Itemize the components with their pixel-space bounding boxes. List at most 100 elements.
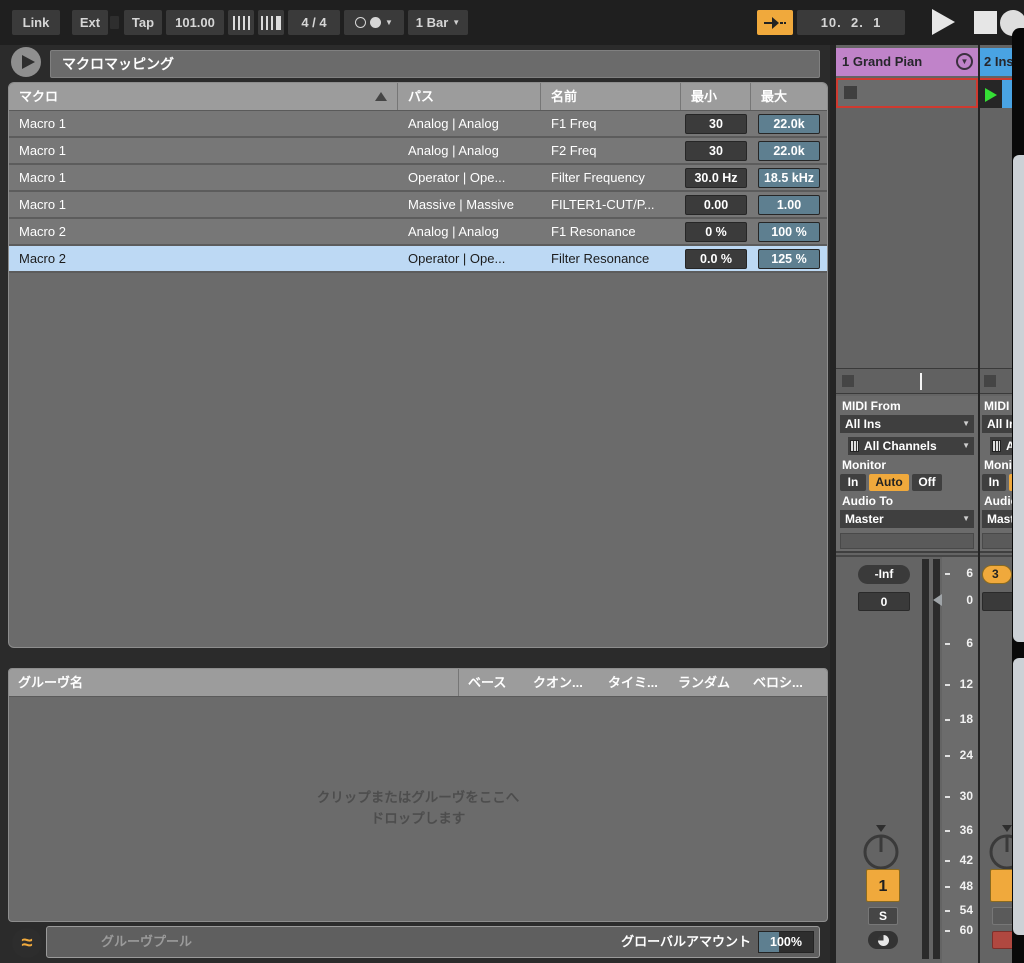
audio-to-select[interactable]: Master (982, 510, 1012, 528)
min-value-box[interactable]: 0 % (685, 222, 747, 242)
column-header-max[interactable]: 最大 (751, 83, 827, 110)
phase-nudge-up-button[interactable] (258, 10, 284, 35)
max-value-box[interactable]: 125 % (758, 249, 820, 269)
clip-stop-icon[interactable] (844, 86, 857, 99)
pan-knob[interactable] (984, 823, 1012, 873)
track-activator-button[interactable]: 1 (866, 869, 900, 902)
min-value-box[interactable]: 30 (685, 114, 747, 134)
metronome-button[interactable]: ▼ (344, 10, 404, 35)
pan-knob[interactable] (858, 823, 904, 873)
mapping-row[interactable]: Macro 2 Analog | Analog F1 Resonance 0 %… (9, 219, 827, 246)
piano-keys-icon (850, 440, 859, 452)
level-meter[interactable] (922, 559, 942, 959)
chevron-down-icon: ▼ (385, 19, 393, 27)
play-button[interactable] (932, 9, 955, 35)
tap-tempo-button[interactable]: Tap (124, 10, 162, 35)
min-value-box[interactable]: 30.0 Hz (685, 168, 747, 188)
stop-button[interactable] (974, 11, 997, 34)
clip-body[interactable] (1002, 80, 1012, 108)
pan-display[interactable]: 0 (858, 592, 910, 611)
arm-button-armed[interactable] (992, 931, 1012, 949)
monitor-auto-button[interactable]: Auto (869, 474, 909, 491)
track-1-header[interactable]: 1 Grand Pian ▼ (836, 48, 978, 76)
audio-to-select[interactable]: Master ▼ (840, 510, 974, 528)
clip-slot[interactable] (836, 78, 978, 108)
quantization-menu[interactable]: 1 Bar ▼ (408, 10, 468, 35)
clip-slot-playing[interactable] (980, 78, 1012, 108)
scrollbar-thumb[interactable] (1013, 155, 1024, 642)
cell-max: 22.0k (751, 138, 827, 163)
arrangement-position-display[interactable]: 10. 2. 1 (797, 10, 905, 35)
cell-name: FILTER1-CUT/P... (541, 192, 681, 217)
track-2-header[interactable]: 2 Ins (980, 48, 1012, 76)
cell-macro: Macro 2 (9, 219, 398, 244)
midi-from-select[interactable]: All Ins (982, 415, 1012, 433)
column-header-base[interactable]: ベース (459, 669, 524, 696)
metronome-circle-outline-icon (355, 17, 366, 28)
device-title-field[interactable]: マクロマッピング (50, 50, 820, 78)
tempo-display[interactable]: 101.00 (166, 10, 224, 35)
max-value-box[interactable]: 22.0k (758, 114, 820, 134)
min-value-box[interactable]: 0.0 % (685, 249, 747, 269)
solo-button[interactable] (992, 907, 1012, 925)
cell-max: 125 % (751, 246, 827, 271)
groove-pool-toggle-button[interactable]: ≈ (12, 928, 42, 958)
track-activator-button[interactable] (990, 869, 1012, 902)
follow-button[interactable] (757, 10, 793, 35)
ext-button[interactable]: Ext (72, 10, 108, 35)
device-activator-button[interactable] (11, 47, 41, 77)
max-value-box[interactable]: 18.5 kHz (758, 168, 820, 188)
column-header-velocity[interactable]: ベロシ... (744, 669, 824, 696)
volume-display[interactable]: -Inf (858, 565, 910, 584)
midi-channel-select[interactable]: All Channels ▼ (848, 437, 974, 455)
column-header-min[interactable]: 最小 (681, 83, 751, 110)
solo-button[interactable]: S (868, 907, 898, 925)
column-header-quantize[interactable]: クオン... (524, 669, 599, 696)
clip-grid-empty[interactable] (836, 108, 978, 368)
column-header-timing[interactable]: タイミ... (599, 669, 669, 696)
track-2-mixer: 3 (980, 555, 1012, 963)
column-header-groove-name[interactable]: グルーヴ名 (9, 669, 459, 696)
io-empty-field (840, 533, 974, 549)
chevron-down-icon: ▼ (962, 420, 970, 428)
midi-channel-select[interactable]: All (990, 437, 1012, 455)
stop-all-clips-icon[interactable] (842, 375, 854, 387)
column-header-macro[interactable]: マクロ (9, 83, 398, 110)
phase-nudge-down-button[interactable] (228, 10, 254, 35)
column-header-path[interactable]: パス (398, 83, 541, 110)
column-header-random[interactable]: ランダム (669, 669, 744, 696)
clip-grid-empty[interactable] (980, 108, 1012, 368)
cell-name: F1 Freq (541, 111, 681, 136)
max-value-box[interactable]: 22.0k (758, 141, 820, 161)
stop-all-clips-icon[interactable] (984, 375, 996, 387)
max-value-box[interactable]: 1.00 (758, 195, 820, 215)
scale-tick: 0 (945, 592, 973, 608)
midi-from-select[interactable]: All Ins ▼ (840, 415, 974, 433)
cell-name: F1 Resonance (541, 219, 681, 244)
arm-button[interactable] (868, 931, 898, 949)
min-value-box[interactable]: 0.00 (685, 195, 747, 215)
max-value-box[interactable]: 100 % (758, 222, 820, 242)
column-header-name[interactable]: 名前 (541, 83, 681, 110)
pan-display[interactable] (982, 592, 1012, 611)
mapping-row[interactable]: Macro 1 Analog | Analog F1 Freq 30 22.0k (9, 111, 827, 138)
clip-play-icon[interactable] (985, 88, 997, 102)
monitor-in-button[interactable]: In (982, 474, 1006, 491)
track-2-title: 2 Ins (984, 54, 1012, 69)
monitor-off-button[interactable]: Off (912, 474, 942, 491)
min-value-box[interactable]: 30 (685, 141, 747, 161)
time-signature-display[interactable]: 4 / 4 (288, 10, 340, 35)
send-value-display[interactable]: 3 (982, 565, 1012, 584)
mapping-row[interactable]: Macro 1 Analog | Analog F2 Freq 30 22.0k (9, 138, 827, 165)
link-button[interactable]: Link (12, 10, 60, 35)
mapping-row[interactable]: Macro 1 Massive | Massive FILTER1-CUT/P.… (9, 192, 827, 219)
sort-ascending-icon (375, 92, 387, 101)
mapping-row[interactable]: Macro 1 Operator | Ope... Filter Frequen… (9, 165, 827, 192)
monitor-in-button[interactable]: In (840, 474, 866, 491)
global-amount-value[interactable]: 100% (758, 931, 814, 953)
window-edge-strip (1012, 28, 1024, 963)
mapping-table-header: マクロ パス 名前 最小 最大 (9, 83, 827, 111)
mapping-row-selected[interactable]: Macro 2 Operator | Ope... Filter Resonan… (9, 246, 827, 273)
scrollbar-thumb[interactable] (1013, 658, 1024, 935)
track-fold-icon[interactable]: ▼ (956, 53, 973, 70)
